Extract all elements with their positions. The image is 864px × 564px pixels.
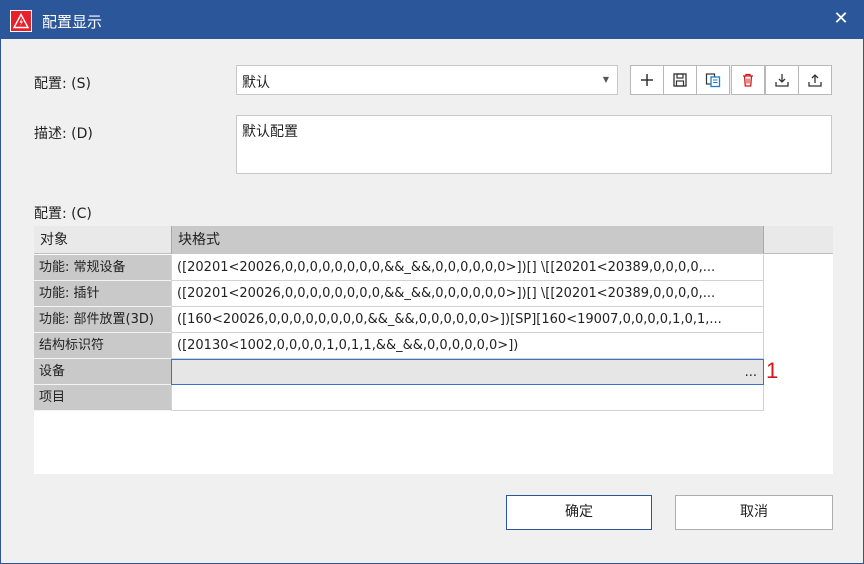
row-value[interactable] <box>171 385 764 411</box>
chevron-down-icon: ▼ <box>602 75 609 84</box>
copy-config-button[interactable] <box>696 65 730 95</box>
import-icon <box>775 74 789 87</box>
table-row[interactable]: 功能: 部件放置(3D) ([160<20026,0,0,0,0,0,0,0,0… <box>34 307 764 333</box>
window-title: 配置显示 <box>42 13 103 31</box>
row-name: 功能: 部件放置(3D) <box>34 307 171 333</box>
description-label: 描述: (D) <box>34 126 93 142</box>
table-row[interactable]: 设备 ... <box>34 359 764 385</box>
row-value[interactable]: ([20130<1002,0,0,0,0,1,0,1,1,&&_&&,0,0,0… <box>171 333 764 359</box>
row-name: 结构标识符 <box>34 333 171 359</box>
row-name: 功能: 插针 <box>34 281 171 307</box>
column-header-object[interactable]: 对象 <box>34 226 171 254</box>
grid-header: 对象 块格式 <box>34 226 833 254</box>
row-name: 设备 <box>34 359 171 385</box>
import-config-button[interactable] <box>765 65 799 95</box>
row-value[interactable]: ([20201<20026,0,0,0,0,0,0,0,0,&&_&&,0,0,… <box>171 255 764 281</box>
add-config-button[interactable] <box>630 65 664 95</box>
annotation-marker: 1 <box>766 358 779 383</box>
config-select[interactable]: 默认 ▼ <box>236 65 618 95</box>
plus-icon <box>641 74 653 86</box>
close-button[interactable]: ✕ <box>829 7 853 31</box>
ellipsis-button[interactable]: ... <box>745 360 757 384</box>
table-row[interactable]: 结构标识符 ([20130<1002,0,0,0,0,1,0,1,1,&&_&&… <box>34 333 764 359</box>
table-row[interactable]: 项目 <box>34 385 764 411</box>
export-icon <box>808 74 822 87</box>
description-field[interactable]: 默认配置 <box>236 115 832 174</box>
cancel-button[interactable]: 取消 <box>675 495 833 530</box>
config-selected-value: 默认 <box>242 75 270 91</box>
table-row[interactable]: 功能: 插针 ([20201<20026,0,0,0,0,0,0,0,0,&&_… <box>34 281 764 307</box>
row-value[interactable]: ([160<20026,0,0,0,0,0,0,0,0,&&_&&,0,0,0,… <box>171 307 764 333</box>
column-header-block-format[interactable]: 块格式 <box>171 226 764 254</box>
row-value-selected[interactable]: ... <box>171 359 764 385</box>
title-bar: 配置显示 ✕ <box>1 1 863 39</box>
app-warning-icon <box>10 10 32 32</box>
row-name: 项目 <box>34 385 171 411</box>
config-label: 配置: (S) <box>34 76 91 92</box>
save-icon <box>673 73 687 87</box>
delete-config-button[interactable] <box>731 65 765 95</box>
row-value[interactable]: ([20201<20026,0,0,0,0,0,0,0,0,&&_&&,0,0,… <box>171 281 764 307</box>
copy-icon <box>705 73 721 88</box>
delete-icon <box>743 73 753 87</box>
row-name: 功能: 常规设备 <box>34 255 171 281</box>
grid-label: 配置: (C) <box>34 206 92 222</box>
dialog-window: 配置显示 ✕ 配置: (S) 默认 ▼ 描述: (D) 默认配置 配置: (C)… <box>0 0 864 564</box>
config-grid: 对象 块格式 功能: 常规设备 ([20201<20026,0,0,0,0,0,… <box>34 226 833 474</box>
save-config-button[interactable] <box>663 65 697 95</box>
description-value: 默认配置 <box>242 124 298 140</box>
export-config-button[interactable] <box>798 65 832 95</box>
ok-button[interactable]: 确定 <box>506 495 652 530</box>
table-row[interactable]: 功能: 常规设备 ([20201<20026,0,0,0,0,0,0,0,0,&… <box>34 255 764 281</box>
